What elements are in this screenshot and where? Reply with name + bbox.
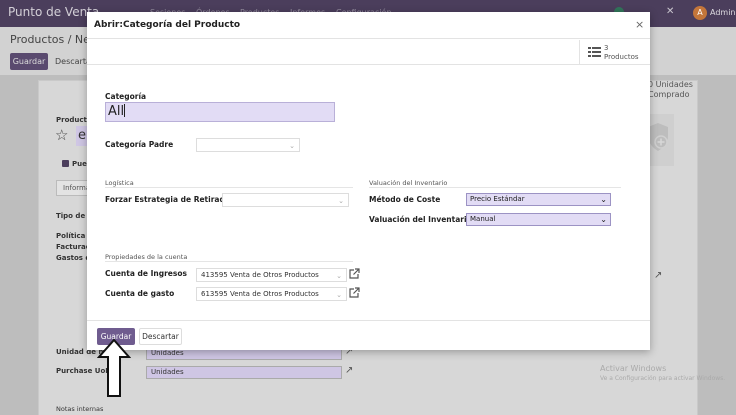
dialog-title: Abrir:Categoría del Producto [94,20,241,30]
dialog-body: 3 Productos Categoría All Categoría Padr… [87,40,650,320]
category-name-value: All [108,104,125,119]
income-account-select[interactable]: 413595 Venta de Otros Productos ⌄ [196,268,347,282]
external-link-icon[interactable] [348,268,360,280]
button-box: 3 Productos [87,40,650,65]
bg-external-link-icon[interactable]: ↗ [345,365,353,376]
chevron-down-icon: ⌄ [338,197,344,205]
removal-strategy-label: Forzar Estrategia de Retirada [105,195,230,204]
account-properties-divider [105,261,353,262]
user-name[interactable]: Administrator [710,8,736,17]
bg-checkbox-label: Pue [72,160,87,168]
cost-method-select[interactable]: Precio Estándar ⌄ [466,193,611,206]
text-caret [124,104,126,117]
products-stat-text: 3 Productos [604,44,639,62]
expense-account-label: Cuenta de gasto [105,289,175,298]
bg-expenses-label: Gastos d [56,254,91,262]
cost-method-value: Precio Estándar [470,195,525,203]
inventory-valuation-select[interactable]: Manual ⌄ [466,213,611,226]
valuation-divider [369,187,621,188]
income-account-label: Cuenta de Ingresos [105,269,187,278]
category-name-label: Categoría [105,92,147,101]
inventory-valuation-value: Manual [470,215,496,223]
bg-checkbox[interactable] [62,160,69,167]
chevron-down-icon: ⌄ [336,272,342,280]
bg-external-link-icon[interactable]: ↗ [654,270,662,281]
valuation-section-title: Valuación del Inventario [369,179,448,187]
logistics-section-title: Logística [105,179,134,187]
products-count-label: Productos [604,53,639,61]
bg-invoice-label: Facturac [56,243,90,251]
income-account-value: 413595 Venta de Otros Productos [201,271,319,279]
chevron-down-icon: ⌄ [600,195,607,204]
parent-category-select[interactable]: ⌄ [196,138,300,152]
category-name-input[interactable]: All [105,102,335,122]
account-properties-title: Propiedades de la cuenta [105,253,188,261]
bg-purchase-uom-select[interactable]: Unidades [146,366,342,379]
star-icon[interactable]: ☆ [55,126,68,144]
arrow-up-annotation [97,338,131,397]
breadcrumb[interactable]: Productos / New [10,33,99,46]
app-title[interactable]: Punto de Venta [8,5,99,19]
cost-method-label: Método de Coste [369,195,441,204]
category-dialog: Abrir:Categoría del Producto × 3 Product… [87,12,650,350]
logistics-divider [105,187,353,188]
chevron-down-icon: ⌄ [600,215,607,224]
close-icon[interactable]: ✕ [666,6,674,17]
avatar[interactable]: A [693,6,707,20]
dialog-header: Abrir:Categoría del Producto × [87,12,650,39]
parent-category-label: Categoría Padre [105,140,174,149]
removal-strategy-select[interactable]: ⌄ [222,193,349,207]
background-save-button[interactable]: Guardar [10,53,48,70]
windows-watermark: Activar Windows Ve a Configuración para … [600,364,725,384]
expense-account-select[interactable]: 613595 Venta de Otros Productos ⌄ [196,287,347,301]
bg-notes-label: Notas internas [56,405,104,413]
expense-account-value: 613595 Venta de Otros Productos [201,290,319,298]
discard-button[interactable]: Descartar [139,328,182,345]
watermark-line2: Ve a Configuración para activar Windows. [600,375,726,382]
external-link-icon[interactable] [348,287,360,299]
list-icon [588,47,601,57]
products-count: 3 [604,44,609,52]
inventory-valuation-label: Valuación del Inventario [369,215,472,224]
watermark-line1: Activar Windows [600,364,667,373]
products-stat-button[interactable]: 3 Productos [579,40,650,65]
chevron-down-icon: ⌄ [289,142,295,150]
chevron-down-icon: ⌄ [336,291,342,299]
close-icon[interactable]: × [635,18,644,31]
dialog-footer: Guardar Descartar [87,320,650,350]
